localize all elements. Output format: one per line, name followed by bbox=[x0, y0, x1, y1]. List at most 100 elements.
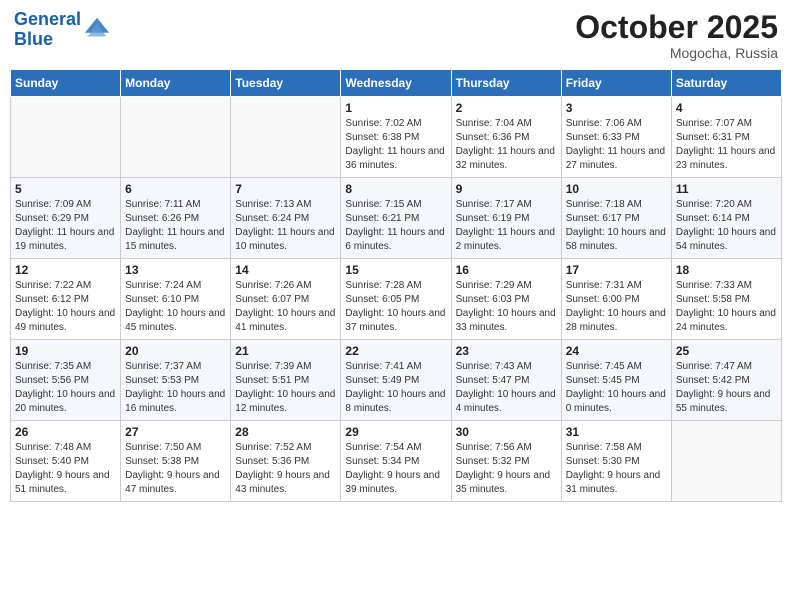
month-title: October 2025 bbox=[575, 10, 778, 45]
calendar-cell: 8 Sunrise: 7:15 AM Sunset: 6:21 PM Daylig… bbox=[341, 178, 451, 259]
calendar-table: SundayMondayTuesdayWednesdayThursdayFrid… bbox=[10, 69, 782, 502]
day-info: Sunrise: 7:17 AM Sunset: 6:19 PM Dayligh… bbox=[456, 198, 557, 254]
calendar-cell: 3 Sunrise: 7:06 AM Sunset: 6:33 PM Daylig… bbox=[561, 97, 671, 178]
day-number: 3 bbox=[566, 101, 667, 115]
day-info: Sunrise: 7:29 AM Sunset: 6:03 PM Dayligh… bbox=[456, 279, 557, 335]
day-info: Sunrise: 7:52 AM Sunset: 5:36 PM Dayligh… bbox=[235, 441, 336, 497]
day-info: Sunrise: 7:41 AM Sunset: 5:49 PM Dayligh… bbox=[345, 360, 446, 416]
day-info: Sunrise: 7:37 AM Sunset: 5:53 PM Dayligh… bbox=[125, 360, 226, 416]
day-info: Sunrise: 7:15 AM Sunset: 6:21 PM Dayligh… bbox=[345, 198, 446, 254]
location: Mogocha, Russia bbox=[575, 45, 778, 61]
day-number: 8 bbox=[345, 182, 446, 196]
weekday-header-friday: Friday bbox=[561, 70, 671, 97]
logo-text2: Blue bbox=[14, 30, 81, 50]
calendar-cell bbox=[231, 97, 341, 178]
day-number: 14 bbox=[235, 263, 336, 277]
day-info: Sunrise: 7:58 AM Sunset: 5:30 PM Dayligh… bbox=[566, 441, 667, 497]
logo-icon bbox=[83, 16, 111, 44]
day-number: 29 bbox=[345, 425, 446, 439]
calendar-cell: 24Sunrise: 7:45 AM Sunset: 5:45 PM Dayli… bbox=[561, 340, 671, 421]
calendar-cell: 29 Sunrise: 7:54 AM Sunset: 5:34 PM Dayli… bbox=[341, 421, 451, 502]
calendar-cell: 6 Sunrise: 7:11 AM Sunset: 6:26 PM Daylig… bbox=[121, 178, 231, 259]
calendar-cell: 28Sunrise: 7:52 AM Sunset: 5:36 PM Dayli… bbox=[231, 421, 341, 502]
day-number: 6 bbox=[125, 182, 226, 196]
calendar-cell: 19 Sunrise: 7:35 AM Sunset: 5:56 PM Dayli… bbox=[11, 340, 121, 421]
day-number: 7 bbox=[235, 182, 336, 196]
day-number: 9 bbox=[456, 182, 557, 196]
calendar-cell: 16 Sunrise: 7:29 AM Sunset: 6:03 PM Dayli… bbox=[451, 259, 561, 340]
calendar-cell: 17 Sunrise: 7:31 AM Sunset: 6:00 PM Dayli… bbox=[561, 259, 671, 340]
day-info: Sunrise: 7:35 AM Sunset: 5:56 PM Dayligh… bbox=[15, 360, 116, 416]
calendar-cell bbox=[121, 97, 231, 178]
calendar-cell: 30 Sunrise: 7:56 AM Sunset: 5:32 PM Dayli… bbox=[451, 421, 561, 502]
calendar-cell: 12Sunrise: 7:22 AM Sunset: 6:12 PM Dayli… bbox=[11, 259, 121, 340]
day-info: Sunrise: 7:33 AM Sunset: 5:58 PM Dayligh… bbox=[676, 279, 777, 335]
day-number: 25 bbox=[676, 344, 777, 358]
day-info: Sunrise: 7:06 AM Sunset: 6:33 PM Dayligh… bbox=[566, 117, 667, 173]
weekday-header-thursday: Thursday bbox=[451, 70, 561, 97]
day-number: 23 bbox=[456, 344, 557, 358]
day-info: Sunrise: 7:50 AM Sunset: 5:38 PM Dayligh… bbox=[125, 441, 226, 497]
day-info: Sunrise: 7:43 AM Sunset: 5:47 PM Dayligh… bbox=[456, 360, 557, 416]
title-block: October 2025 Mogocha, Russia bbox=[575, 10, 778, 61]
day-info: Sunrise: 7:18 AM Sunset: 6:17 PM Dayligh… bbox=[566, 198, 667, 254]
day-info: Sunrise: 7:28 AM Sunset: 6:05 PM Dayligh… bbox=[345, 279, 446, 335]
day-info: Sunrise: 7:48 AM Sunset: 5:40 PM Dayligh… bbox=[15, 441, 116, 497]
day-info: Sunrise: 7:39 AM Sunset: 5:51 PM Dayligh… bbox=[235, 360, 336, 416]
day-info: Sunrise: 7:45 AM Sunset: 5:45 PM Dayligh… bbox=[566, 360, 667, 416]
day-info: Sunrise: 7:54 AM Sunset: 5:34 PM Dayligh… bbox=[345, 441, 446, 497]
day-number: 31 bbox=[566, 425, 667, 439]
day-info: Sunrise: 7:31 AM Sunset: 6:00 PM Dayligh… bbox=[566, 279, 667, 335]
day-number: 19 bbox=[15, 344, 116, 358]
day-number: 15 bbox=[345, 263, 446, 277]
day-number: 10 bbox=[566, 182, 667, 196]
day-info: Sunrise: 7:26 AM Sunset: 6:07 PM Dayligh… bbox=[235, 279, 336, 335]
day-number: 13 bbox=[125, 263, 226, 277]
day-number: 16 bbox=[456, 263, 557, 277]
day-number: 2 bbox=[456, 101, 557, 115]
day-info: Sunrise: 7:02 AM Sunset: 6:38 PM Dayligh… bbox=[345, 117, 446, 173]
calendar-cell: 13 Sunrise: 7:24 AM Sunset: 6:10 PM Dayli… bbox=[121, 259, 231, 340]
day-info: Sunrise: 7:47 AM Sunset: 5:42 PM Dayligh… bbox=[676, 360, 777, 416]
day-number: 20 bbox=[125, 344, 226, 358]
weekday-header-monday: Monday bbox=[121, 70, 231, 97]
day-number: 30 bbox=[456, 425, 557, 439]
day-info: Sunrise: 7:13 AM Sunset: 6:24 PM Dayligh… bbox=[235, 198, 336, 254]
weekday-header-saturday: Saturday bbox=[671, 70, 781, 97]
day-info: Sunrise: 7:56 AM Sunset: 5:32 PM Dayligh… bbox=[456, 441, 557, 497]
day-number: 5 bbox=[15, 182, 116, 196]
calendar-cell: 2Sunrise: 7:04 AM Sunset: 6:36 PM Daylig… bbox=[451, 97, 561, 178]
day-number: 22 bbox=[345, 344, 446, 358]
calendar-cell: 10 Sunrise: 7:18 AM Sunset: 6:17 PM Dayli… bbox=[561, 178, 671, 259]
day-number: 1 bbox=[345, 101, 446, 115]
day-info: Sunrise: 7:07 AM Sunset: 6:31 PM Dayligh… bbox=[676, 117, 777, 173]
calendar-cell: 20 Sunrise: 7:37 AM Sunset: 5:53 PM Dayli… bbox=[121, 340, 231, 421]
day-number: 4 bbox=[676, 101, 777, 115]
day-number: 26 bbox=[15, 425, 116, 439]
calendar-cell: 26 Sunrise: 7:48 AM Sunset: 5:40 PM Dayli… bbox=[11, 421, 121, 502]
weekday-header-sunday: Sunday bbox=[11, 70, 121, 97]
day-info: Sunrise: 7:24 AM Sunset: 6:10 PM Dayligh… bbox=[125, 279, 226, 335]
calendar-cell: 5Sunrise: 7:09 AM Sunset: 6:29 PM Daylig… bbox=[11, 178, 121, 259]
calendar-cell: 4 Sunrise: 7:07 AM Sunset: 6:31 PM Daylig… bbox=[671, 97, 781, 178]
calendar-cell: 9 Sunrise: 7:17 AM Sunset: 6:19 PM Daylig… bbox=[451, 178, 561, 259]
day-number: 18 bbox=[676, 263, 777, 277]
calendar-cell: 15 Sunrise: 7:28 AM Sunset: 6:05 PM Dayli… bbox=[341, 259, 451, 340]
day-number: 11 bbox=[676, 182, 777, 196]
day-number: 17 bbox=[566, 263, 667, 277]
calendar-cell: 18 Sunrise: 7:33 AM Sunset: 5:58 PM Dayli… bbox=[671, 259, 781, 340]
calendar-cell bbox=[11, 97, 121, 178]
page-header: General Blue October 2025 Mogocha, Russi… bbox=[10, 10, 782, 61]
calendar-cell: 11Sunrise: 7:20 AM Sunset: 6:14 PM Dayli… bbox=[671, 178, 781, 259]
calendar-cell: 21 Sunrise: 7:39 AM Sunset: 5:51 PM Dayli… bbox=[231, 340, 341, 421]
day-number: 21 bbox=[235, 344, 336, 358]
calendar-cell: 27Sunrise: 7:50 AM Sunset: 5:38 PM Dayli… bbox=[121, 421, 231, 502]
calendar-cell bbox=[671, 421, 781, 502]
weekday-header-wednesday: Wednesday bbox=[341, 70, 451, 97]
calendar-cell: 7 Sunrise: 7:13 AM Sunset: 6:24 PM Daylig… bbox=[231, 178, 341, 259]
calendar-cell: 23 Sunrise: 7:43 AM Sunset: 5:47 PM Dayli… bbox=[451, 340, 561, 421]
calendar-cell: 14 Sunrise: 7:26 AM Sunset: 6:07 PM Dayli… bbox=[231, 259, 341, 340]
day-info: Sunrise: 7:11 AM Sunset: 6:26 PM Dayligh… bbox=[125, 198, 226, 254]
calendar-cell: 25 Sunrise: 7:47 AM Sunset: 5:42 PM Dayli… bbox=[671, 340, 781, 421]
calendar-cell: 31 Sunrise: 7:58 AM Sunset: 5:30 PM Dayli… bbox=[561, 421, 671, 502]
